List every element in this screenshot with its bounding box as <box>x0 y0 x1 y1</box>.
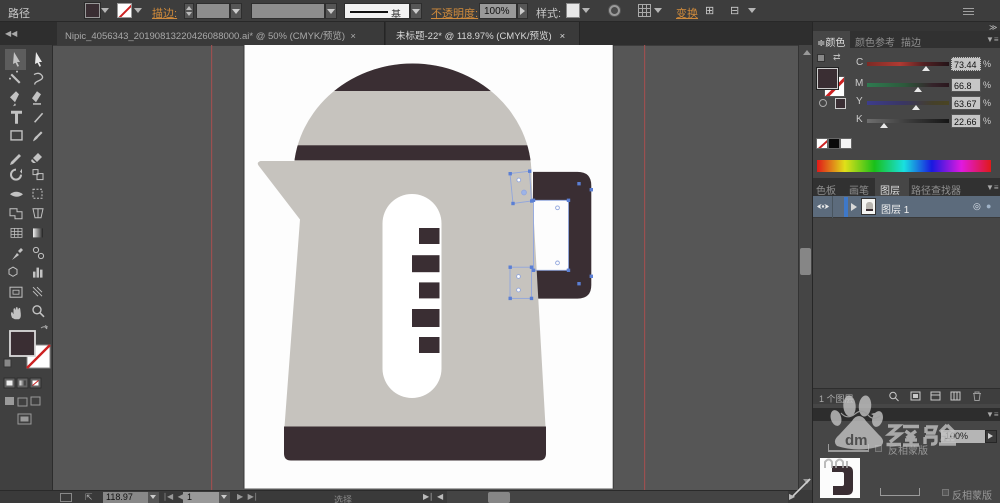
svg-text:dm: dm <box>845 432 868 449</box>
